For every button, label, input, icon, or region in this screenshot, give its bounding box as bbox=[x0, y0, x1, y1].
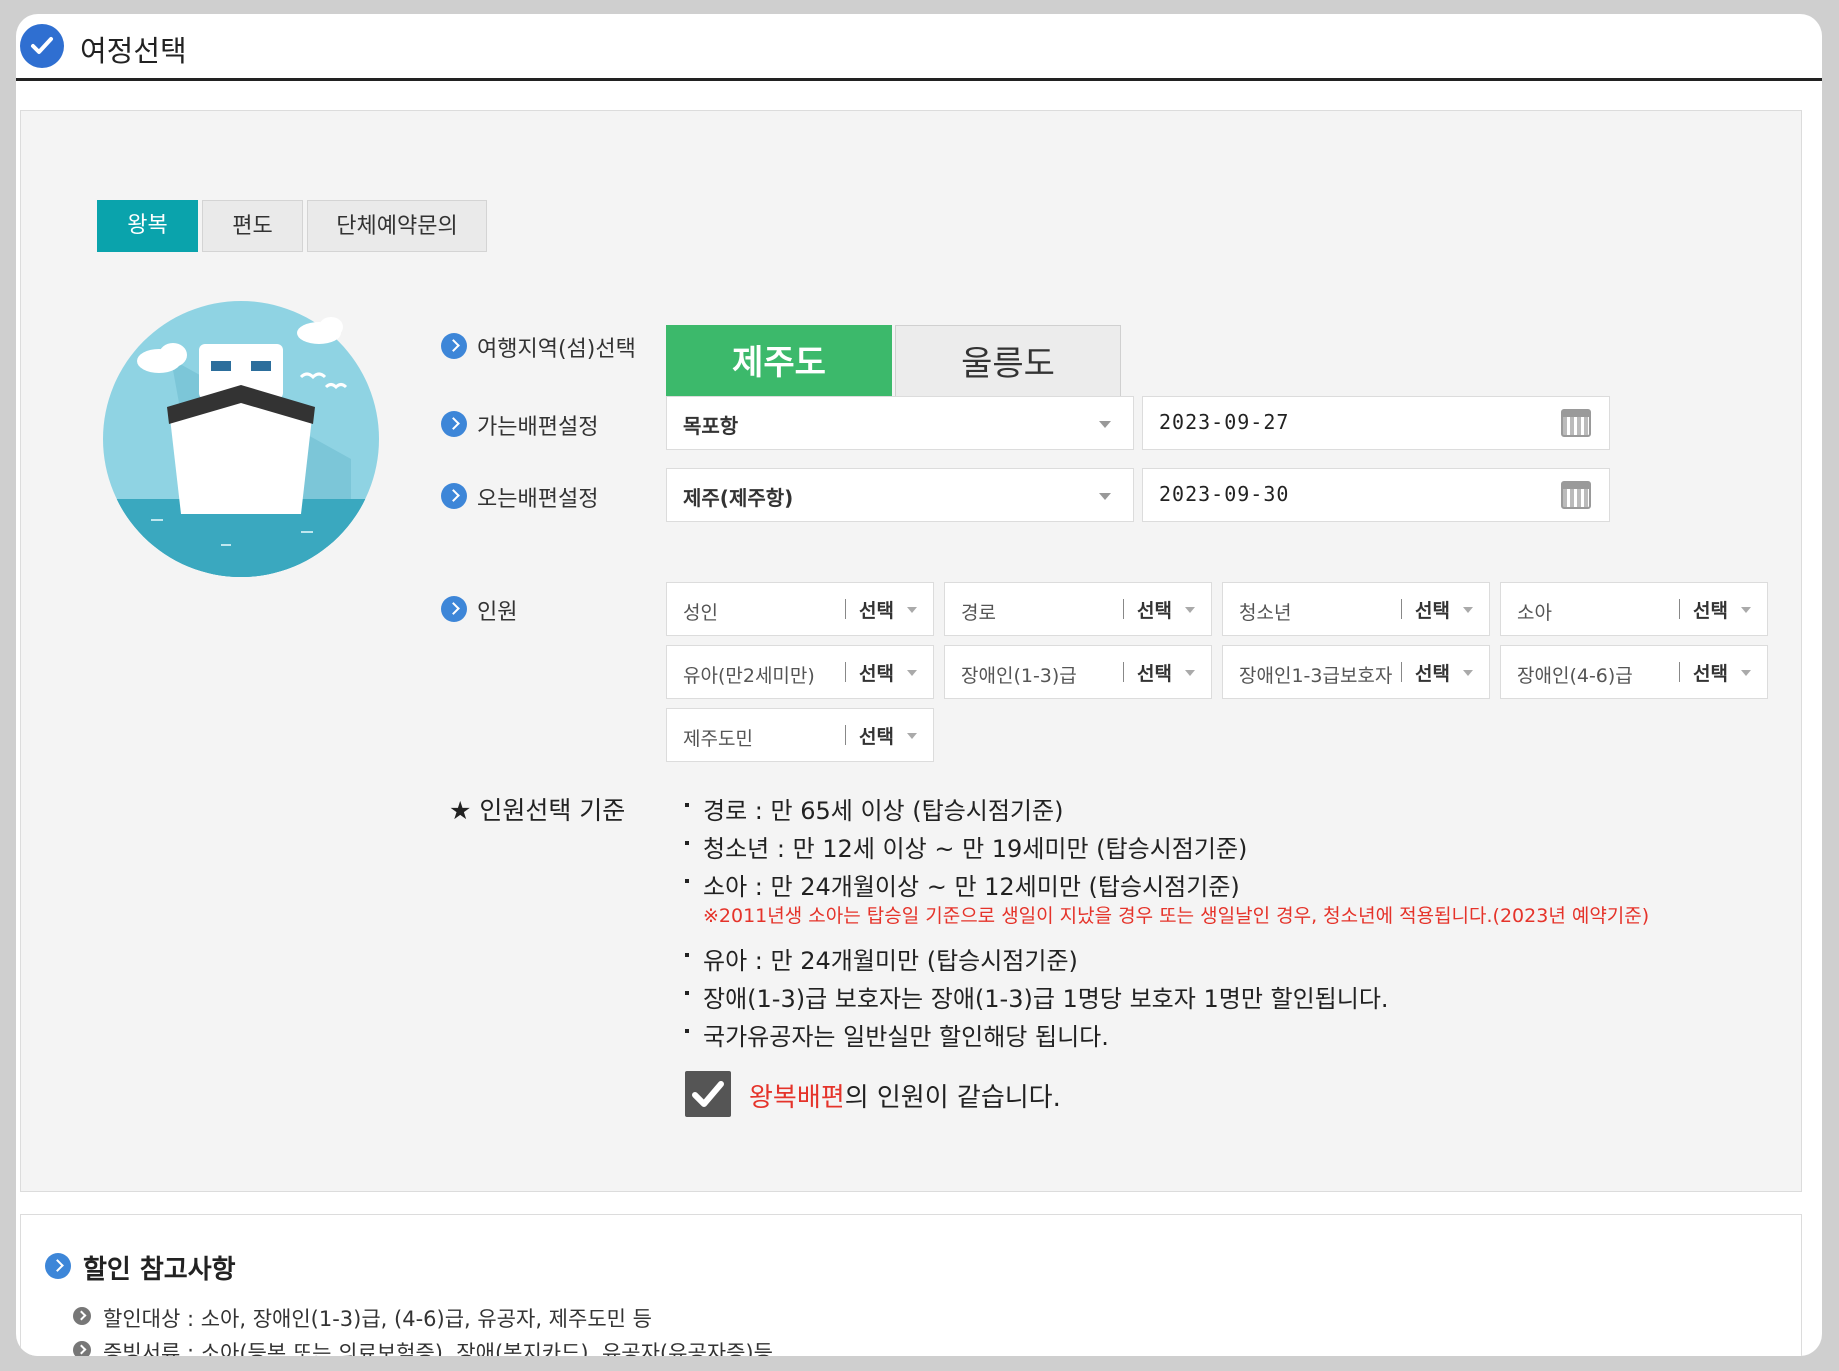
bullet-arrow-icon bbox=[441, 596, 467, 622]
passenger-select-child[interactable]: 소아 선택 bbox=[1500, 582, 1768, 636]
region-label: 여행지역(섬)선택 bbox=[477, 337, 636, 362]
same-passengers-checkbox[interactable] bbox=[685, 1071, 731, 1117]
island-option-jeju[interactable]: 제주도 bbox=[666, 325, 892, 403]
bullet-arrow-icon bbox=[73, 1307, 91, 1325]
passenger-type-label: 장애인(1-3)급 bbox=[961, 665, 1077, 687]
passenger-select-senior[interactable]: 경로 선택 bbox=[944, 582, 1212, 636]
chevron-down-icon bbox=[1463, 607, 1473, 613]
passenger-count-value: 선택 bbox=[859, 726, 894, 748]
chevron-down-icon bbox=[1741, 607, 1751, 613]
outbound-label: 가는배편설정 bbox=[477, 415, 599, 440]
passenger-type-label: 유아(만2세미만) bbox=[683, 665, 815, 687]
ship-illustration-icon bbox=[103, 301, 379, 577]
island-option-ulleung[interactable]: 울릉도 bbox=[895, 325, 1121, 403]
chevron-down-icon bbox=[1099, 421, 1111, 428]
criteria-title: ★ 인원선택 기준 bbox=[449, 796, 626, 825]
chevron-down-icon bbox=[907, 733, 917, 739]
calendar-icon[interactable] bbox=[1561, 481, 1591, 509]
passenger-select-jeju-resident[interactable]: 제주도민 선택 bbox=[666, 708, 934, 762]
passenger-select-youth[interactable]: 청소년 선택 bbox=[1222, 582, 1490, 636]
criteria-warning-note: ※2011년생 소아는 탑승일 기준으로 생일이 지났을 경우 또는 생일날인 … bbox=[703, 905, 1650, 927]
tab-one-way[interactable]: 편도 bbox=[202, 200, 303, 252]
discount-title: 할인 참고사항 bbox=[83, 1255, 236, 1285]
discount-item: 증빙서류 : 소아(등본 또는 의료보험증), 장애(복지카드), 유공자(유공… bbox=[103, 1341, 773, 1356]
inbound-date-field[interactable]: 2023-09-30 bbox=[1142, 468, 1610, 522]
inbound-label: 오는배편설정 bbox=[477, 487, 599, 512]
chevron-down-icon bbox=[1099, 493, 1111, 500]
chevron-down-icon bbox=[1185, 670, 1195, 676]
chevron-down-icon bbox=[1185, 607, 1195, 613]
passenger-count-value: 선택 bbox=[859, 663, 894, 685]
passenger-select-infant[interactable]: 유아(만2세미만) 선택 bbox=[666, 645, 934, 699]
itinerary-panel: 왕복 편도 단체예약문의 여행지역(섬)선택 제주도 울릉도 가는배편설정 목포… bbox=[20, 110, 1802, 1192]
chevron-down-icon bbox=[1741, 670, 1751, 676]
passenger-type-label: 장애인1-3급보호자 bbox=[1239, 665, 1393, 687]
passenger-select-disabled-1-3[interactable]: 장애인(1-3)급 선택 bbox=[944, 645, 1212, 699]
passenger-count-value: 선택 bbox=[1415, 600, 1450, 622]
calendar-icon[interactable] bbox=[1561, 409, 1591, 437]
outbound-port-select[interactable]: 목포항 bbox=[666, 396, 1134, 450]
chevron-down-icon bbox=[907, 670, 917, 676]
passenger-select-adult[interactable]: 성인 선택 bbox=[666, 582, 934, 636]
discount-item: 할인대상 : 소아, 장애인(1-3)급, (4-6)급, 유공자, 제주도민 … bbox=[103, 1307, 652, 1331]
page-title: 여정선택 bbox=[80, 34, 187, 68]
passengers-label: 인원 bbox=[477, 600, 518, 625]
bullet-arrow-icon bbox=[441, 333, 467, 359]
passenger-type-label: 성인 bbox=[683, 602, 718, 624]
tab-round-trip[interactable]: 왕복 bbox=[97, 200, 198, 252]
outbound-date-value: 2023-09-27 bbox=[1159, 410, 1290, 434]
passenger-count-value: 선택 bbox=[1693, 600, 1728, 622]
same-passengers-label: 왕복배편의 인원이 같습니다. bbox=[749, 1083, 1061, 1113]
passenger-type-label: 청소년 bbox=[1239, 602, 1292, 624]
passenger-count-value: 선택 bbox=[1693, 663, 1728, 685]
passenger-type-label: 소아 bbox=[1517, 602, 1552, 624]
outbound-date-field[interactable]: 2023-09-27 bbox=[1142, 396, 1610, 450]
passenger-count-value: 선택 bbox=[1137, 600, 1172, 622]
bullet-arrow-icon bbox=[45, 1253, 71, 1279]
passenger-select-disabled-guardian[interactable]: 장애인1-3급보호자 선택 bbox=[1222, 645, 1490, 699]
chevron-down-icon bbox=[907, 607, 917, 613]
chevron-down-icon bbox=[1463, 670, 1473, 676]
bullet-arrow-icon bbox=[441, 483, 467, 509]
passenger-count-value: 선택 bbox=[1137, 663, 1172, 685]
discount-notes-section: 할인 참고사항 할인대상 : 소아, 장애인(1-3)급, (4-6)급, 유공… bbox=[20, 1214, 1802, 1356]
reservation-window: 여정선택 왕복 편도 단체예약문의 여행지역(섬)선택 제주도 울릉도 가는배편… bbox=[16, 14, 1822, 1356]
tab-group-inquiry[interactable]: 단체예약문의 bbox=[307, 200, 487, 252]
passenger-count-value: 선택 bbox=[859, 600, 894, 622]
inbound-port-value: 제주(제주항) bbox=[683, 486, 794, 510]
inbound-port-select[interactable]: 제주(제주항) bbox=[666, 468, 1134, 522]
bullet-arrow-icon bbox=[73, 1341, 91, 1356]
passenger-type-label: 경로 bbox=[961, 602, 996, 624]
inbound-date-value: 2023-09-30 bbox=[1159, 482, 1290, 506]
check-circle-icon bbox=[20, 24, 64, 68]
outbound-port-value: 목포항 bbox=[683, 414, 739, 438]
section-header: 여정선택 bbox=[16, 14, 1822, 81]
passenger-count-value: 선택 bbox=[1415, 663, 1450, 685]
passenger-type-label: 제주도민 bbox=[683, 728, 753, 750]
passenger-select-disabled-4-6[interactable]: 장애인(4-6)급 선택 bbox=[1500, 645, 1768, 699]
bullet-arrow-icon bbox=[441, 411, 467, 437]
passenger-type-label: 장애인(4-6)급 bbox=[1517, 665, 1633, 687]
checkmark-icon bbox=[692, 1081, 724, 1107]
